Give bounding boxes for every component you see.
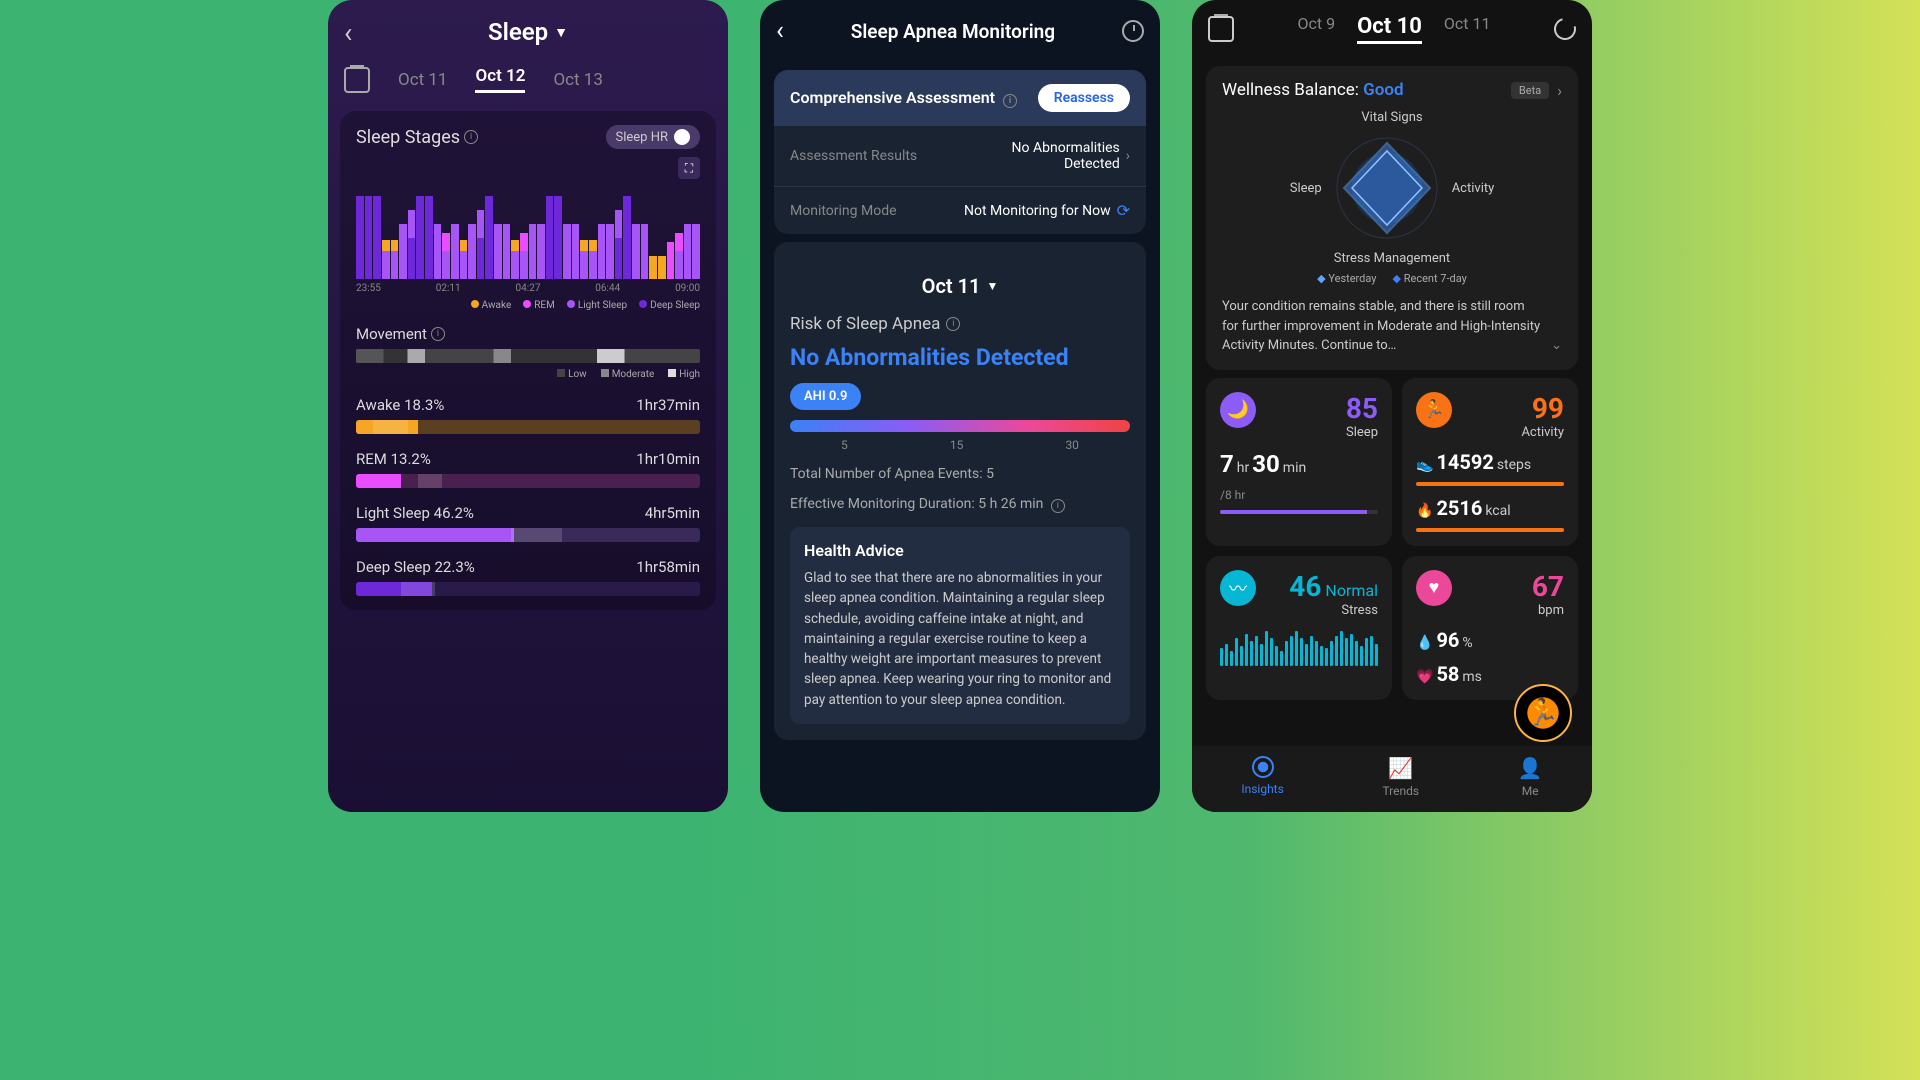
date-oct-11[interactable]: Oct 11 (398, 70, 447, 90)
total-events: Total Number of Apnea Events: 5 (790, 466, 1130, 482)
ahi-scale (790, 420, 1130, 432)
wellness-description: Your condition remains stable, and there… (1222, 297, 1562, 356)
heart-tile[interactable]: ♥ 67 bpm 💧 96 % 💗 58 ms (1402, 556, 1578, 700)
running-icon: 🏃 (1416, 392, 1452, 428)
movement-label: Movement (356, 325, 427, 343)
chevron-right-icon: › (1126, 148, 1130, 164)
activity-tile[interactable]: 🏃 99 Activity 👟 14592 steps 🔥 2516 kcal (1402, 378, 1578, 546)
metrics-grid: 🌙 85 Sleep 7hr 30min /8 hr 🏃 99 Activity (1206, 378, 1578, 700)
date-selector: Oct 9 Oct 10 Oct 11 (1250, 14, 1538, 44)
sleep-detail-screen: ‹ Sleep ▼ Oct 11 Oct 12 Oct 13 Sleep Sta… (328, 0, 728, 812)
heart-icon: ♥ (1416, 570, 1452, 606)
results-value: No Abnormalities Detected (980, 140, 1120, 172)
refresh-icon: ⟳ (1117, 201, 1130, 220)
wellness-title: Wellness Balance: Good (1222, 80, 1404, 100)
refresh-icon[interactable] (1550, 14, 1580, 44)
sleep-stages-chart[interactable] (356, 187, 700, 279)
risk-result: No Abnormalities Detected (790, 344, 1130, 371)
date-selector: Oct 11 Oct 12 Oct 13 (328, 58, 728, 101)
stage-row: Deep Sleep 22.3% 1hr58min (356, 558, 700, 596)
info-icon[interactable]: i (1051, 499, 1065, 513)
sleep-apnea-screen: ‹ Sleep Apnea Monitoring Comprehensive A… (760, 0, 1160, 812)
info-icon[interactable]: i (464, 130, 478, 144)
risk-card: Oct 11 ▼ Risk of Sleep Apnea i No Abnorm… (774, 242, 1146, 740)
date-oct-13[interactable]: Oct 13 (553, 70, 602, 90)
person-icon: 👤 (1518, 756, 1543, 780)
radar-chart: Vital Signs Sleep Activity Stress Manage… (1222, 110, 1562, 285)
header: ‹ Sleep ▼ (328, 0, 728, 58)
mode-label: Monitoring Mode (790, 203, 897, 219)
info-icon[interactable]: i (1003, 94, 1017, 108)
monitoring-mode-row[interactable]: Monitoring Mode Not Monitoring for Now ⟳ (774, 187, 1146, 234)
movement-legend: LowModerateHigh (356, 369, 700, 380)
assessment-card: Comprehensive Assessment i Reassess Asse… (774, 70, 1146, 234)
date-oct-12[interactable]: Oct 12 (475, 66, 525, 93)
page-title-dropdown[interactable]: Sleep ▼ (488, 18, 568, 46)
expand-icon[interactable]: ⛶ (678, 157, 700, 179)
advice-text: Glad to see that there are no abnormalit… (804, 568, 1116, 710)
header: Oct 9 Oct 10 Oct 11 (1192, 0, 1592, 58)
stage-row: REM 13.2% 1hr10min (356, 450, 700, 488)
insights-icon (1252, 756, 1274, 778)
assessment-results-row[interactable]: Assessment Results No Abnormalities Dete… (774, 126, 1146, 187)
info-icon[interactable]: i (431, 327, 445, 341)
reassess-button[interactable]: Reassess (1038, 84, 1130, 112)
chevron-right-icon: › (1557, 81, 1562, 100)
nav-trends[interactable]: 📈 Trends (1382, 756, 1419, 798)
date-oct-11[interactable]: Oct 11 (1444, 14, 1491, 44)
info-icon[interactable]: i (946, 317, 960, 331)
wellness-card[interactable]: Wellness Balance: Good Beta › Vital Sign… (1206, 66, 1578, 370)
insights-screen: Oct 9 Oct 10 Oct 11 Wellness Balance: Go… (1192, 0, 1592, 812)
activity-fab[interactable]: 🏃 (1514, 684, 1572, 742)
calendar-icon[interactable] (1208, 16, 1234, 42)
wave-icon: 〰 (1220, 570, 1256, 606)
toggle-knob-icon (674, 129, 690, 145)
chart-x-axis: 23:5502:1104:2706:4409:00 (356, 283, 700, 294)
back-icon[interactable]: ‹ (344, 16, 352, 49)
page-title: Sleep (488, 18, 548, 46)
page-title: Sleep Apnea Monitoring (796, 20, 1110, 43)
movement-bar (356, 349, 700, 363)
expand-icon[interactable]: ⌄ (1551, 336, 1562, 356)
results-label: Assessment Results (790, 148, 917, 164)
back-icon[interactable]: ‹ (776, 16, 784, 46)
header: ‹ Sleep Apnea Monitoring (760, 0, 1160, 62)
trends-icon: 📈 (1388, 756, 1413, 780)
chart-legend: AwakeREMLight SleepDeep Sleep (356, 300, 700, 311)
date-oct-10[interactable]: Oct 10 (1357, 14, 1422, 44)
bottom-nav: Insights 📈 Trends 👤 Me (1192, 746, 1592, 812)
chevron-down-icon: ▼ (986, 279, 998, 293)
nav-insights[interactable]: Insights (1241, 756, 1283, 798)
date-dropdown[interactable]: Oct 11 ▼ (790, 258, 1130, 314)
sleep-hr-toggle[interactable]: Sleep HR (606, 125, 700, 149)
date-oct-9[interactable]: Oct 9 (1298, 14, 1336, 44)
chevron-down-icon: ▼ (554, 24, 568, 41)
monitoring-duration: Effective Monitoring Duration: 5 h 26 mi… (790, 496, 1130, 513)
assessment-header: Comprehensive Assessment i Reassess (774, 70, 1146, 126)
history-icon[interactable] (1122, 20, 1144, 42)
stages-title: Sleep Stages i (356, 127, 478, 148)
sleep-stages-card: Sleep Stages i Sleep HR ⛶ 23:5502:1104:2… (340, 111, 716, 610)
mode-value: Not Monitoring for Now (964, 203, 1111, 219)
stress-sparkline (1220, 630, 1378, 666)
nav-me[interactable]: 👤 Me (1518, 756, 1543, 798)
assessment-title: Comprehensive Assessment i (790, 88, 1030, 108)
stage-row: Light Sleep 46.2% 4hr5min (356, 504, 700, 542)
ahi-badge: AHI 0.9 (790, 383, 861, 410)
advice-title: Health Advice (804, 541, 1116, 560)
stress-tile[interactable]: 〰 46 Normal Stress (1206, 556, 1392, 700)
beta-badge: Beta (1511, 82, 1549, 99)
movement-section: Movement i LowModerateHigh (356, 325, 700, 380)
moon-icon: 🌙 (1220, 392, 1256, 428)
risk-title: Risk of Sleep Apnea i (790, 314, 1130, 334)
ahi-ticks: 51530 (790, 438, 1130, 452)
sleep-tile[interactable]: 🌙 85 Sleep 7hr 30min /8 hr (1206, 378, 1392, 546)
health-advice-card: Health Advice Glad to see that there are… (790, 527, 1130, 724)
stage-row: Awake 18.3% 1hr37min (356, 396, 700, 434)
calendar-icon[interactable] (344, 67, 370, 93)
